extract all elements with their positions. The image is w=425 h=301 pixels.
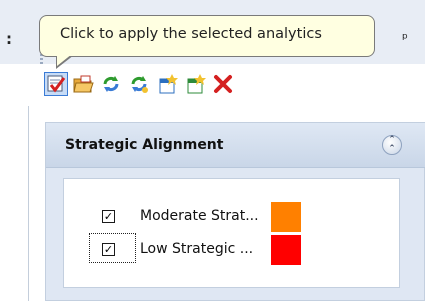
item-label: Moderate Strat...	[140, 208, 259, 224]
delete-icon[interactable]	[212, 73, 234, 95]
apply-analytics-icon	[47, 75, 66, 93]
legend-list: ✓ Moderate Strat... ✓ Low Strategic ...	[63, 178, 400, 288]
tooltip-text: Click to apply the selected analytics	[60, 26, 322, 42]
refresh-icon[interactable]	[100, 73, 122, 95]
list-item[interactable]: ✓ Low Strategic ...	[64, 233, 401, 265]
chevron-up-double-icon: ⌃ ⌃	[388, 135, 396, 154]
apply-analytics-button[interactable]	[44, 72, 68, 96]
checkbox-moderate[interactable]: ✓	[102, 210, 115, 223]
card-title: Strategic Alignment	[65, 137, 224, 153]
refresh-all-icon[interactable]	[128, 73, 150, 95]
collapse-button[interactable]: ⌃ ⌃	[382, 135, 402, 155]
new-item-alt-icon[interactable]	[184, 73, 206, 95]
toolbar	[44, 72, 284, 105]
new-item-icon[interactable]	[156, 73, 178, 95]
tooltip-tail-fill	[57, 54, 72, 66]
list-item[interactable]: ✓ Moderate Strat...	[64, 202, 401, 232]
item-label: Low Strategic ...	[140, 241, 254, 257]
tooltip: Click to apply the selected analytics	[39, 15, 375, 57]
color-swatch	[271, 202, 301, 232]
open-folder-icon[interactable]	[72, 73, 94, 95]
checkbox-low[interactable]: ✓	[102, 243, 115, 256]
left-divider	[28, 106, 29, 301]
color-swatch	[271, 235, 301, 265]
pin-icon[interactable]: ᵖ	[402, 31, 408, 47]
left-partial-label: :	[6, 30, 12, 48]
